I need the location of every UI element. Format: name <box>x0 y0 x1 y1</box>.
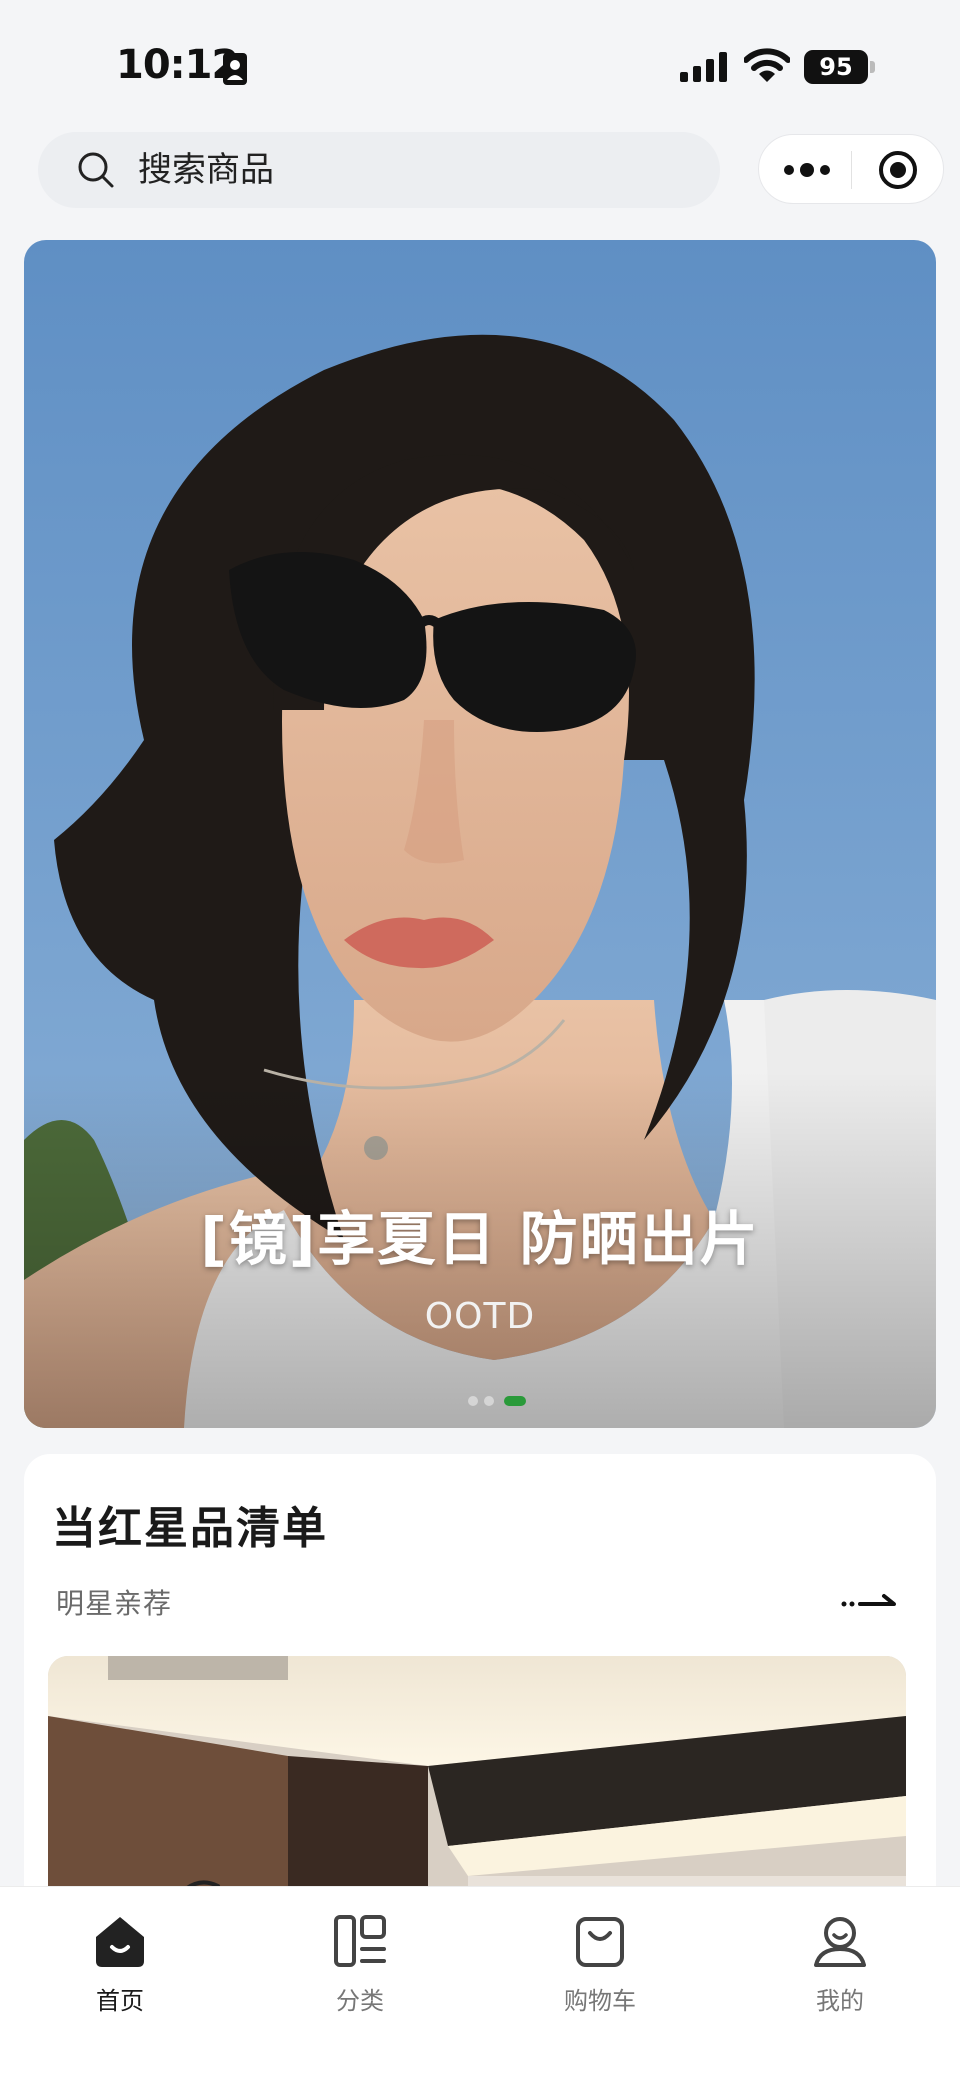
app-screen: 10:12 95 搜索商品 [镜]享夏日 防晒出片 OOTD 当红星品清单 明星… <box>0 0 960 2080</box>
mini-program-capsule <box>758 134 944 204</box>
tab-category[interactable]: 分类 <box>280 1901 440 2021</box>
bottom-tab-bar: 首页 分类 购物车 我的 <box>0 1886 960 2080</box>
carousel-dot-active <box>504 1396 526 1406</box>
promo-banner[interactable]: [镜]享夏日 防晒出片 OOTD <box>24 240 936 1428</box>
tab-profile[interactable]: 我的 <box>760 1901 920 2021</box>
profile-icon <box>814 1917 866 1967</box>
target-icon[interactable] <box>877 149 919 191</box>
battery-level: 95 <box>804 50 868 84</box>
carousel-dot <box>484 1396 494 1406</box>
search-bar[interactable]: 搜索商品 <box>38 132 720 208</box>
arrow-right-icon[interactable] <box>840 1588 900 1612</box>
section-subtitle: 明星亲荐 <box>56 1587 173 1620</box>
category-icon <box>334 1915 386 1967</box>
status-time: 10:12 <box>116 42 239 88</box>
search-input[interactable]: 搜索商品 <box>138 150 274 190</box>
search-icon <box>78 152 114 188</box>
tab-label: 我的 <box>816 1987 864 2015</box>
cellular-signal-icon <box>680 52 727 82</box>
capsule-divider <box>851 151 852 189</box>
tab-cart[interactable]: 购物车 <box>520 1901 680 2021</box>
banner-subtitle: OOTD <box>424 1296 536 1337</box>
carousel-dot <box>468 1396 478 1406</box>
person-badge-icon <box>223 53 247 85</box>
section-title: 当红星品清单 <box>52 1503 328 1554</box>
more-dots-icon[interactable] <box>781 153 833 187</box>
home-icon <box>96 1917 144 1967</box>
carousel-indicator <box>444 1394 526 1406</box>
wifi-icon <box>744 48 790 82</box>
cart-icon <box>576 1917 624 1967</box>
banner-title: [镜]享夏日 防晒出片 <box>200 1205 760 1273</box>
status-bar: 10:12 95 <box>0 0 960 130</box>
tab-label: 首页 <box>96 1987 144 2015</box>
battery-indicator: 95 <box>804 50 875 84</box>
tab-label: 分类 <box>336 1987 384 2015</box>
tab-home[interactable]: 首页 <box>40 1901 200 2021</box>
battery-tip <box>870 61 875 73</box>
tab-label: 购物车 <box>564 1987 636 2015</box>
